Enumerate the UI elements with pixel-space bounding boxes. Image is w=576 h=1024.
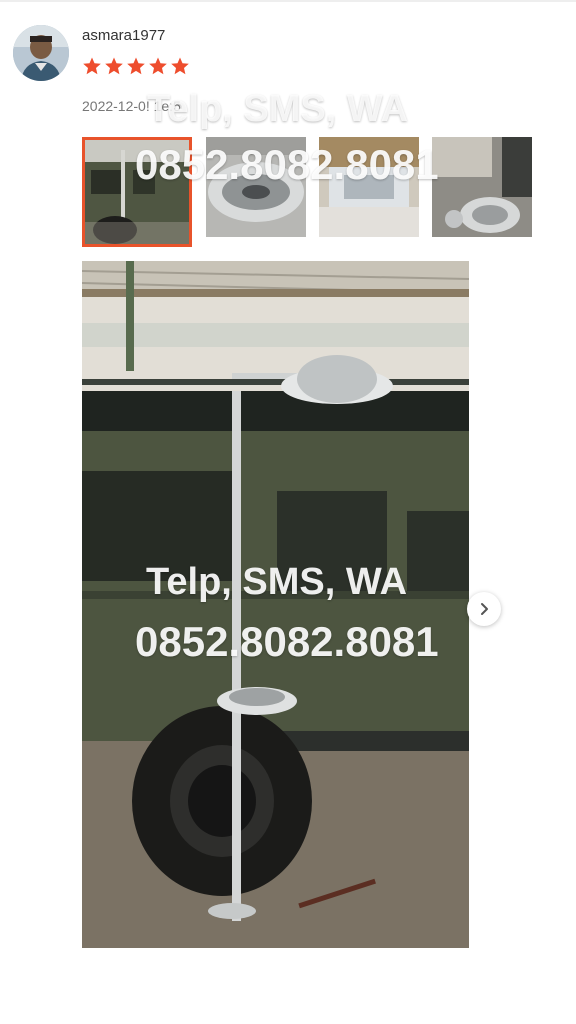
rating-stars bbox=[82, 56, 190, 76]
thumbnail-4[interactable] bbox=[432, 137, 532, 237]
watermark-line-1-top: Telp, SMS, WA bbox=[147, 88, 409, 130]
top-divider bbox=[0, 0, 576, 2]
star-icon bbox=[104, 56, 124, 76]
review-date-text: 2022-12-0 bbox=[82, 98, 146, 114]
star-icon bbox=[126, 56, 146, 76]
next-image-button[interactable] bbox=[467, 592, 501, 626]
star-icon bbox=[148, 56, 168, 76]
watermark-line-1-middle: Telp, SMS, WA bbox=[146, 561, 408, 603]
star-icon bbox=[170, 56, 190, 76]
reviewer-username: asmara1977 bbox=[82, 27, 166, 44]
watermark-line-2-top: 0852.8082.8081 bbox=[135, 141, 439, 188]
review-main-image[interactable] bbox=[82, 261, 469, 948]
star-icon bbox=[82, 56, 102, 76]
watermark-line-2-middle: 0852.8082.8081 bbox=[135, 618, 439, 665]
chevron-right-icon bbox=[477, 602, 491, 616]
reviewer-avatar bbox=[13, 25, 69, 81]
